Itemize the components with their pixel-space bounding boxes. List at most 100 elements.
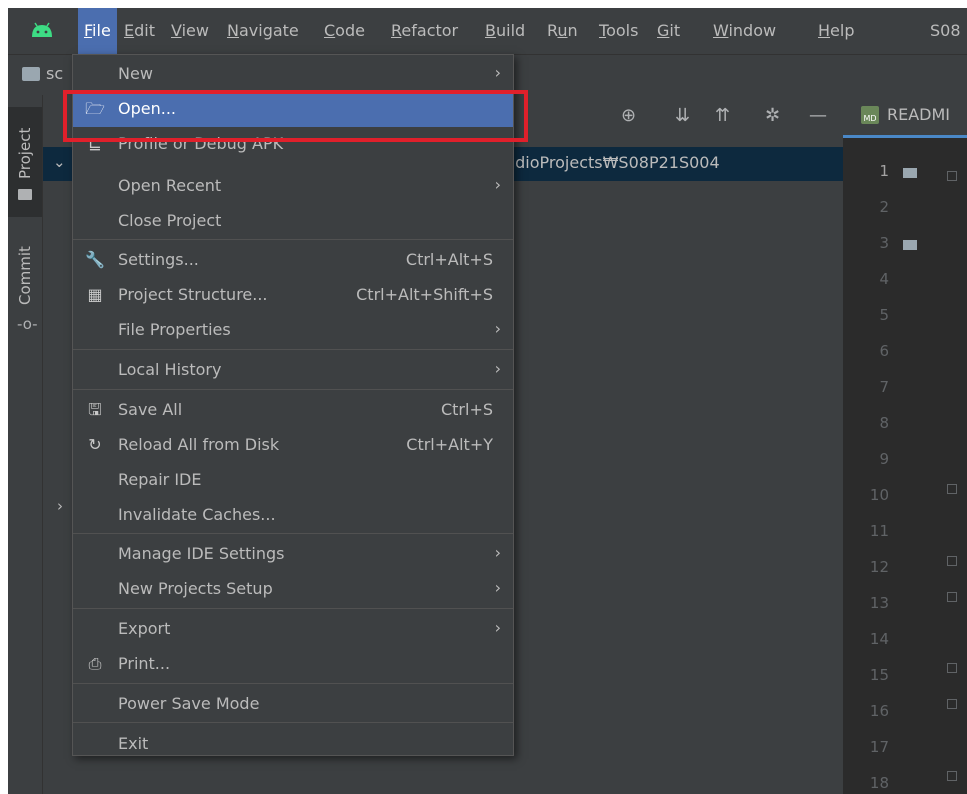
- menu-item-project-structure[interactable]: ▦ Project Structure... Ctrl+Alt+Shift+S: [73, 278, 513, 313]
- line-number: 15: [869, 666, 889, 684]
- hide-icon[interactable]: —: [809, 105, 827, 126]
- project-folder-icon: [22, 67, 40, 81]
- fold-marker-icon[interactable]: [947, 556, 957, 566]
- menu-item-label: Save All: [118, 400, 183, 419]
- menu-tools[interactable]: Tools: [599, 8, 638, 54]
- menu-separator: [73, 349, 513, 350]
- menu-item-label: Export: [118, 619, 171, 638]
- menu-item-local-history[interactable]: Local History ›: [73, 353, 513, 388]
- menu-item-file-properties[interactable]: File Properties ›: [73, 313, 513, 348]
- menu-navigate[interactable]: Navigate: [227, 8, 299, 54]
- annotation-highlight-box: [63, 90, 528, 142]
- menu-item-label: File Properties: [118, 320, 231, 339]
- gear-icon[interactable]: ✲: [765, 105, 780, 126]
- menu-item-open-recent[interactable]: Open Recent ›: [73, 169, 513, 204]
- fold-marker-icon[interactable]: [947, 663, 957, 673]
- menu-item-shortcut: Ctrl+Alt+S: [405, 250, 493, 269]
- collapse-all-icon[interactable]: ⇈: [715, 105, 730, 126]
- menu-separator: [73, 683, 513, 684]
- line-number: 5: [879, 306, 889, 324]
- menu-item-power-save-mode[interactable]: Power Save Mode: [73, 687, 513, 722]
- menu-item-print[interactable]: ⎙ Print...: [73, 647, 513, 682]
- line-number: 8: [879, 414, 889, 432]
- menu-item-repair-ide[interactable]: Repair IDE: [73, 463, 513, 498]
- menu-item-close-project[interactable]: Close Project: [73, 204, 513, 239]
- menu-refactor[interactable]: Refactor: [391, 8, 458, 54]
- commit-tool-tab[interactable]: Commit -o-: [8, 233, 42, 343]
- menu-item-label: Exit: [118, 734, 149, 753]
- menu-item-reload-all-from-disk[interactable]: ↻ Reload All from Disk Ctrl+Alt+Y: [73, 428, 513, 463]
- line-number: 6: [879, 342, 889, 360]
- markdown-file-icon: MD: [861, 106, 879, 124]
- menu-item-label: New Projects Setup: [118, 579, 273, 598]
- line-number: 2: [879, 198, 889, 216]
- menu-help[interactable]: Help: [818, 8, 854, 54]
- menu-item-export[interactable]: Export ›: [73, 612, 513, 647]
- chevron-down-icon[interactable]: ⌄: [53, 153, 66, 171]
- menu-window[interactable]: Window: [713, 8, 776, 54]
- image-icon: [903, 240, 917, 250]
- commit-tool-label: Commit: [16, 246, 34, 305]
- menu-separator: [73, 722, 513, 723]
- line-number: 17: [869, 738, 889, 756]
- menu-item-new[interactable]: New ›: [73, 57, 513, 92]
- menu-item-manage-ide-settings[interactable]: Manage IDE Settings ›: [73, 537, 513, 572]
- chevron-right-icon: ›: [494, 175, 501, 194]
- menu-bar: File Edit View Navigate Code Refactor Build Run…: [8, 8, 967, 54]
- menu-item-label: Close Project: [118, 211, 222, 230]
- project-tool-tab[interactable]: Project: [8, 107, 42, 217]
- reload-icon: ↻: [88, 435, 102, 454]
- menu-item-label: Open Recent: [118, 176, 222, 195]
- print-icon: ⎙: [88, 654, 102, 673]
- locate-icon[interactable]: ⊕: [621, 105, 636, 126]
- menu-view[interactable]: View: [171, 8, 209, 54]
- expand-all-icon[interactable]: ⇊: [675, 105, 690, 126]
- chevron-right-icon: ›: [494, 63, 501, 82]
- menu-item-new-projects-setup[interactable]: New Projects Setup ›: [73, 572, 513, 607]
- editor-tab-readme[interactable]: MD READMI: [843, 95, 967, 138]
- menu-separator: [73, 239, 513, 240]
- menu-item-invalidate-caches[interactable]: Invalidate Caches...: [73, 498, 513, 533]
- menu-build[interactable]: Build: [485, 8, 525, 54]
- file-menu-dropdown: New › 🗁 Open... ⊑ Profile or Debug APK Open Re…: [72, 54, 514, 756]
- chevron-right-icon: ›: [494, 618, 501, 637]
- menu-file[interactable]: File: [78, 8, 117, 54]
- fold-marker-icon[interactable]: [947, 699, 957, 709]
- menu-edit[interactable]: Edit: [124, 8, 155, 54]
- fold-marker-icon[interactable]: [947, 592, 957, 602]
- menu-item-label: Project Structure...: [118, 285, 268, 304]
- line-number: 12: [869, 558, 889, 576]
- ide-window: File Edit View Navigate Code Refactor Build Run…: [8, 8, 967, 794]
- menu-item-save-all[interactable]: 🖫 Save All Ctrl+S: [73, 393, 513, 428]
- fold-marker-icon[interactable]: [947, 771, 957, 781]
- menu-run[interactable]: Run: [547, 8, 578, 54]
- project-tool-label: Project: [16, 127, 34, 179]
- menu-separator: [73, 389, 513, 390]
- menu-git[interactable]: Git: [657, 8, 680, 54]
- line-number: 4: [879, 270, 889, 288]
- menu-item-settings[interactable]: 🔧 Settings... Ctrl+Alt+S: [73, 243, 513, 278]
- line-number: 10: [869, 486, 889, 504]
- line-number: 1: [879, 162, 889, 180]
- save-icon: 🖫: [88, 400, 102, 419]
- chevron-right-icon[interactable]: ›: [57, 497, 63, 515]
- fold-marker-icon[interactable]: [947, 484, 957, 494]
- android-logo-icon: [32, 22, 52, 37]
- line-number: 16: [869, 702, 889, 720]
- editor-tab-label: READMI: [887, 105, 951, 124]
- chevron-right-icon: ›: [494, 319, 501, 338]
- menu-item-label: Power Save Mode: [118, 694, 260, 713]
- menu-item-label: Repair IDE: [118, 470, 202, 489]
- menu-item-label: Manage IDE Settings: [118, 544, 285, 563]
- menu-item-label: New: [118, 64, 153, 83]
- menu-code[interactable]: Code: [324, 8, 365, 54]
- fold-marker-icon[interactable]: [947, 171, 957, 181]
- menu-item-exit[interactable]: Exit: [73, 727, 513, 762]
- menu-item-label: Print...: [118, 654, 171, 673]
- wrench-icon: 🔧: [85, 250, 105, 269]
- line-number: 3: [879, 234, 889, 252]
- line-number: 9: [879, 450, 889, 468]
- line-number: 11: [869, 522, 889, 540]
- breadcrumb-project[interactable]: sc: [46, 64, 63, 83]
- menu-separator: [73, 608, 513, 609]
